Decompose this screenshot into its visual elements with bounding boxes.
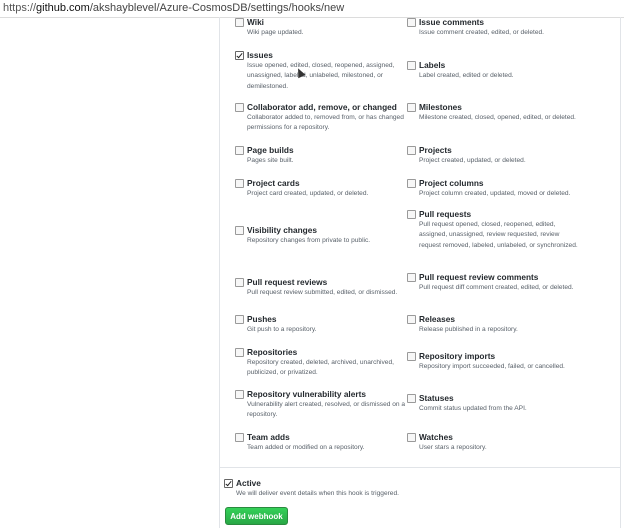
checkbox[interactable] [235,179,244,188]
checkbox[interactable] [407,103,416,112]
event-description: Pull request review submitted, edited, o… [247,289,398,296]
event-title: Milestones [419,102,462,112]
event-title: Watches [419,432,453,442]
event-description: Vulnerability alert created, resolved, o… [247,401,406,419]
event-description: Project card created, updated, or delete… [247,190,369,197]
event-title: Project columns [419,178,484,188]
event-description: Pull request diff comment created, edite… [419,284,574,291]
event-description: Git push to a repository. [247,326,317,333]
event-description: User stars a repository. [419,444,487,451]
checkbox-checked[interactable] [224,479,233,488]
event-title: Pushes [247,314,277,324]
url-scheme: https:// [3,2,37,14]
event-title: Repositories [247,347,298,357]
checkbox[interactable] [235,278,244,287]
event-title: Project cards [247,178,300,188]
checkbox[interactable] [407,61,416,70]
active-description: We will deliver event details when this … [236,490,399,497]
event-title: Visibility changes [247,225,317,235]
checkbox[interactable] [407,210,416,219]
address-bar[interactable]: https://github.com/akshayblevel/Azure-Co… [0,0,624,18]
event-title: Labels [419,60,446,70]
event-description: Commit status updated from the API. [419,405,527,412]
checkbox[interactable] [235,433,244,442]
checkbox[interactable] [407,179,416,188]
event-title: Pull requests [419,209,472,219]
checkbox[interactable] [235,390,244,399]
url-path: /akshayblevel/Azure-CosmosDB/settings/ho… [89,2,345,14]
checkbox[interactable] [407,315,416,324]
event-description: Repository changes from private to publi… [247,237,371,244]
checkbox[interactable] [407,433,416,442]
event-title: Pull request review comments [419,272,539,282]
section-divider [219,467,620,468]
checkbox[interactable] [235,226,244,235]
event-description: Collaborator added to, removed from, or … [247,114,404,132]
checkbox[interactable] [235,103,244,112]
checkbox[interactable] [407,146,416,155]
event-title: Issues [247,50,273,60]
event-description: Pages site built. [247,157,294,164]
event-title: Repository imports [419,351,496,361]
checkbox[interactable] [407,352,416,361]
checkbox-checked[interactable] [235,51,244,60]
event-description: Issue opened, edited, closed, reopened, … [247,62,395,90]
event-title: Page builds [247,145,294,155]
event-description: Wiki page updated. [247,29,304,36]
checkbox[interactable] [407,18,416,27]
event-description: Pull request opened, closed, reopened, e… [419,221,578,249]
event-description: Project created, updated, or deleted. [419,157,526,164]
url-host: github.com [36,2,90,14]
event-description: Team added or modified on a repository. [247,444,365,451]
checkbox[interactable] [407,273,416,282]
checkbox[interactable] [407,394,416,403]
event-title: Team adds [247,432,290,442]
event-title: Projects [419,145,452,155]
checkbox[interactable] [235,315,244,324]
active-title: Active [236,478,261,488]
event-description: Milestone created, closed, opened, edite… [419,114,576,121]
event-description: Project column created, updated, moved o… [419,190,571,197]
event-title: Pull request reviews [247,277,328,287]
checkbox[interactable] [235,348,244,357]
event-description: Label created, edited or deleted. [419,72,514,79]
event-description: Repository import succeeded, failed, or … [419,363,565,370]
event-description: Issue comment created, edited, or delete… [419,29,544,36]
event-title: Collaborator add, remove, or changed [247,102,397,112]
event-title: Issue comments [419,17,485,27]
add-webhook-button[interactable]: Add webhook [225,507,288,525]
event-title: Repository vulnerability alerts [247,389,366,399]
event-description: Repository created, deleted, archived, u… [247,359,394,377]
checkbox[interactable] [235,146,244,155]
checkbox[interactable] [235,18,244,27]
event-title: Wiki [247,17,264,27]
event-title: Releases [419,314,455,324]
event-title: Statuses [419,393,454,403]
event-description: Release published in a repository. [419,326,518,333]
